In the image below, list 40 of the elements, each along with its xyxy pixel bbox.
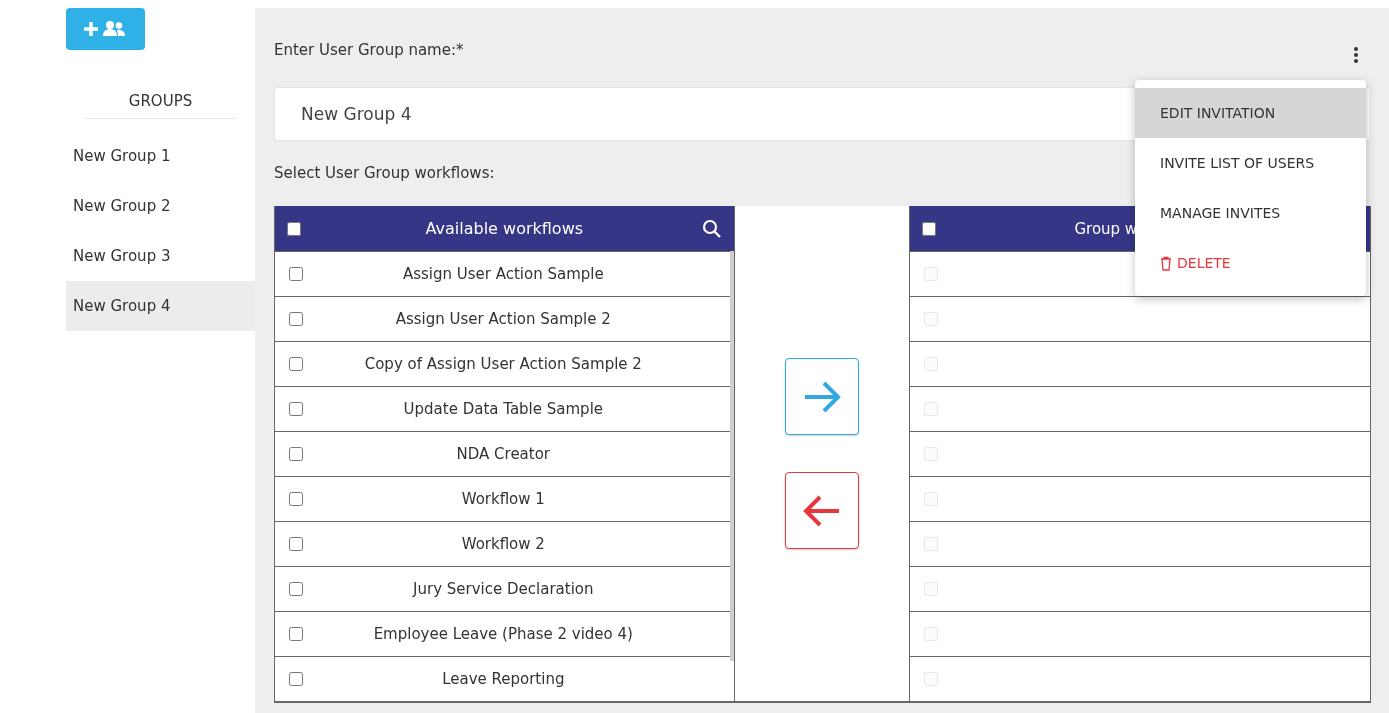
workflow-name: Leave Reporting <box>441 670 566 688</box>
trash-icon <box>1160 255 1172 271</box>
row-checkbox[interactable] <box>289 312 303 326</box>
row-checkbox[interactable] <box>289 537 303 551</box>
groups-heading: GROUPS <box>85 92 236 119</box>
group-item[interactable]: New Group 2 <box>66 181 255 231</box>
more-options-icon[interactable] <box>1353 46 1359 64</box>
group-item[interactable]: New Group 3 <box>66 231 255 281</box>
select-all-checkbox[interactable] <box>922 221 937 236</box>
row-checkbox[interactable] <box>289 582 303 596</box>
menu-item[interactable]: INVITE LIST OF USERS <box>1135 138 1366 188</box>
workflow-name: Copy of Assign User Action Sample 2 <box>363 355 643 373</box>
search-icon[interactable] <box>701 218 722 239</box>
move-right-button[interactable] <box>785 358 859 435</box>
workflow-name: Assign User Action Sample 2 <box>394 310 612 328</box>
workflow-name: Jury Service Declaration <box>411 580 595 598</box>
workflow-name: Assign User Action Sample <box>401 265 605 283</box>
workflow-name: Workflow 2 <box>460 535 546 553</box>
add-group-button[interactable] <box>66 8 145 50</box>
row-checkbox[interactable] <box>289 267 303 281</box>
column-heading: Available workflows <box>424 219 585 238</box>
menu-item[interactable]: EDIT INVITATION <box>1135 88 1366 138</box>
workflow-name: NDA Creator <box>455 445 552 463</box>
field-label: Enter User Group name:* <box>274 41 464 59</box>
workflow-name: Update Data Table Sample <box>402 400 605 418</box>
move-left-button[interactable] <box>785 472 859 549</box>
row-checkbox[interactable] <box>289 402 303 416</box>
workflow-name: Employee Leave (Phase 2 video 4) <box>372 625 634 643</box>
field-label: Select User Group workflows: <box>274 164 496 184</box>
workflow-name: Workflow 1 <box>460 490 546 508</box>
row-checkbox[interactable] <box>289 672 303 686</box>
row-checkbox[interactable] <box>289 357 303 371</box>
menu-item[interactable]: MANAGE INVITES <box>1135 188 1366 238</box>
row-checkbox[interactable] <box>289 447 303 461</box>
select-all-checkbox[interactable] <box>287 221 301 236</box>
group-item[interactable]: New Group 4 <box>66 281 255 331</box>
menu-item[interactable]: DELETE <box>1135 238 1366 288</box>
row-checkbox[interactable] <box>289 492 303 506</box>
group-item[interactable]: New Group 1 <box>66 131 255 181</box>
row-checkbox[interactable] <box>289 627 303 641</box>
